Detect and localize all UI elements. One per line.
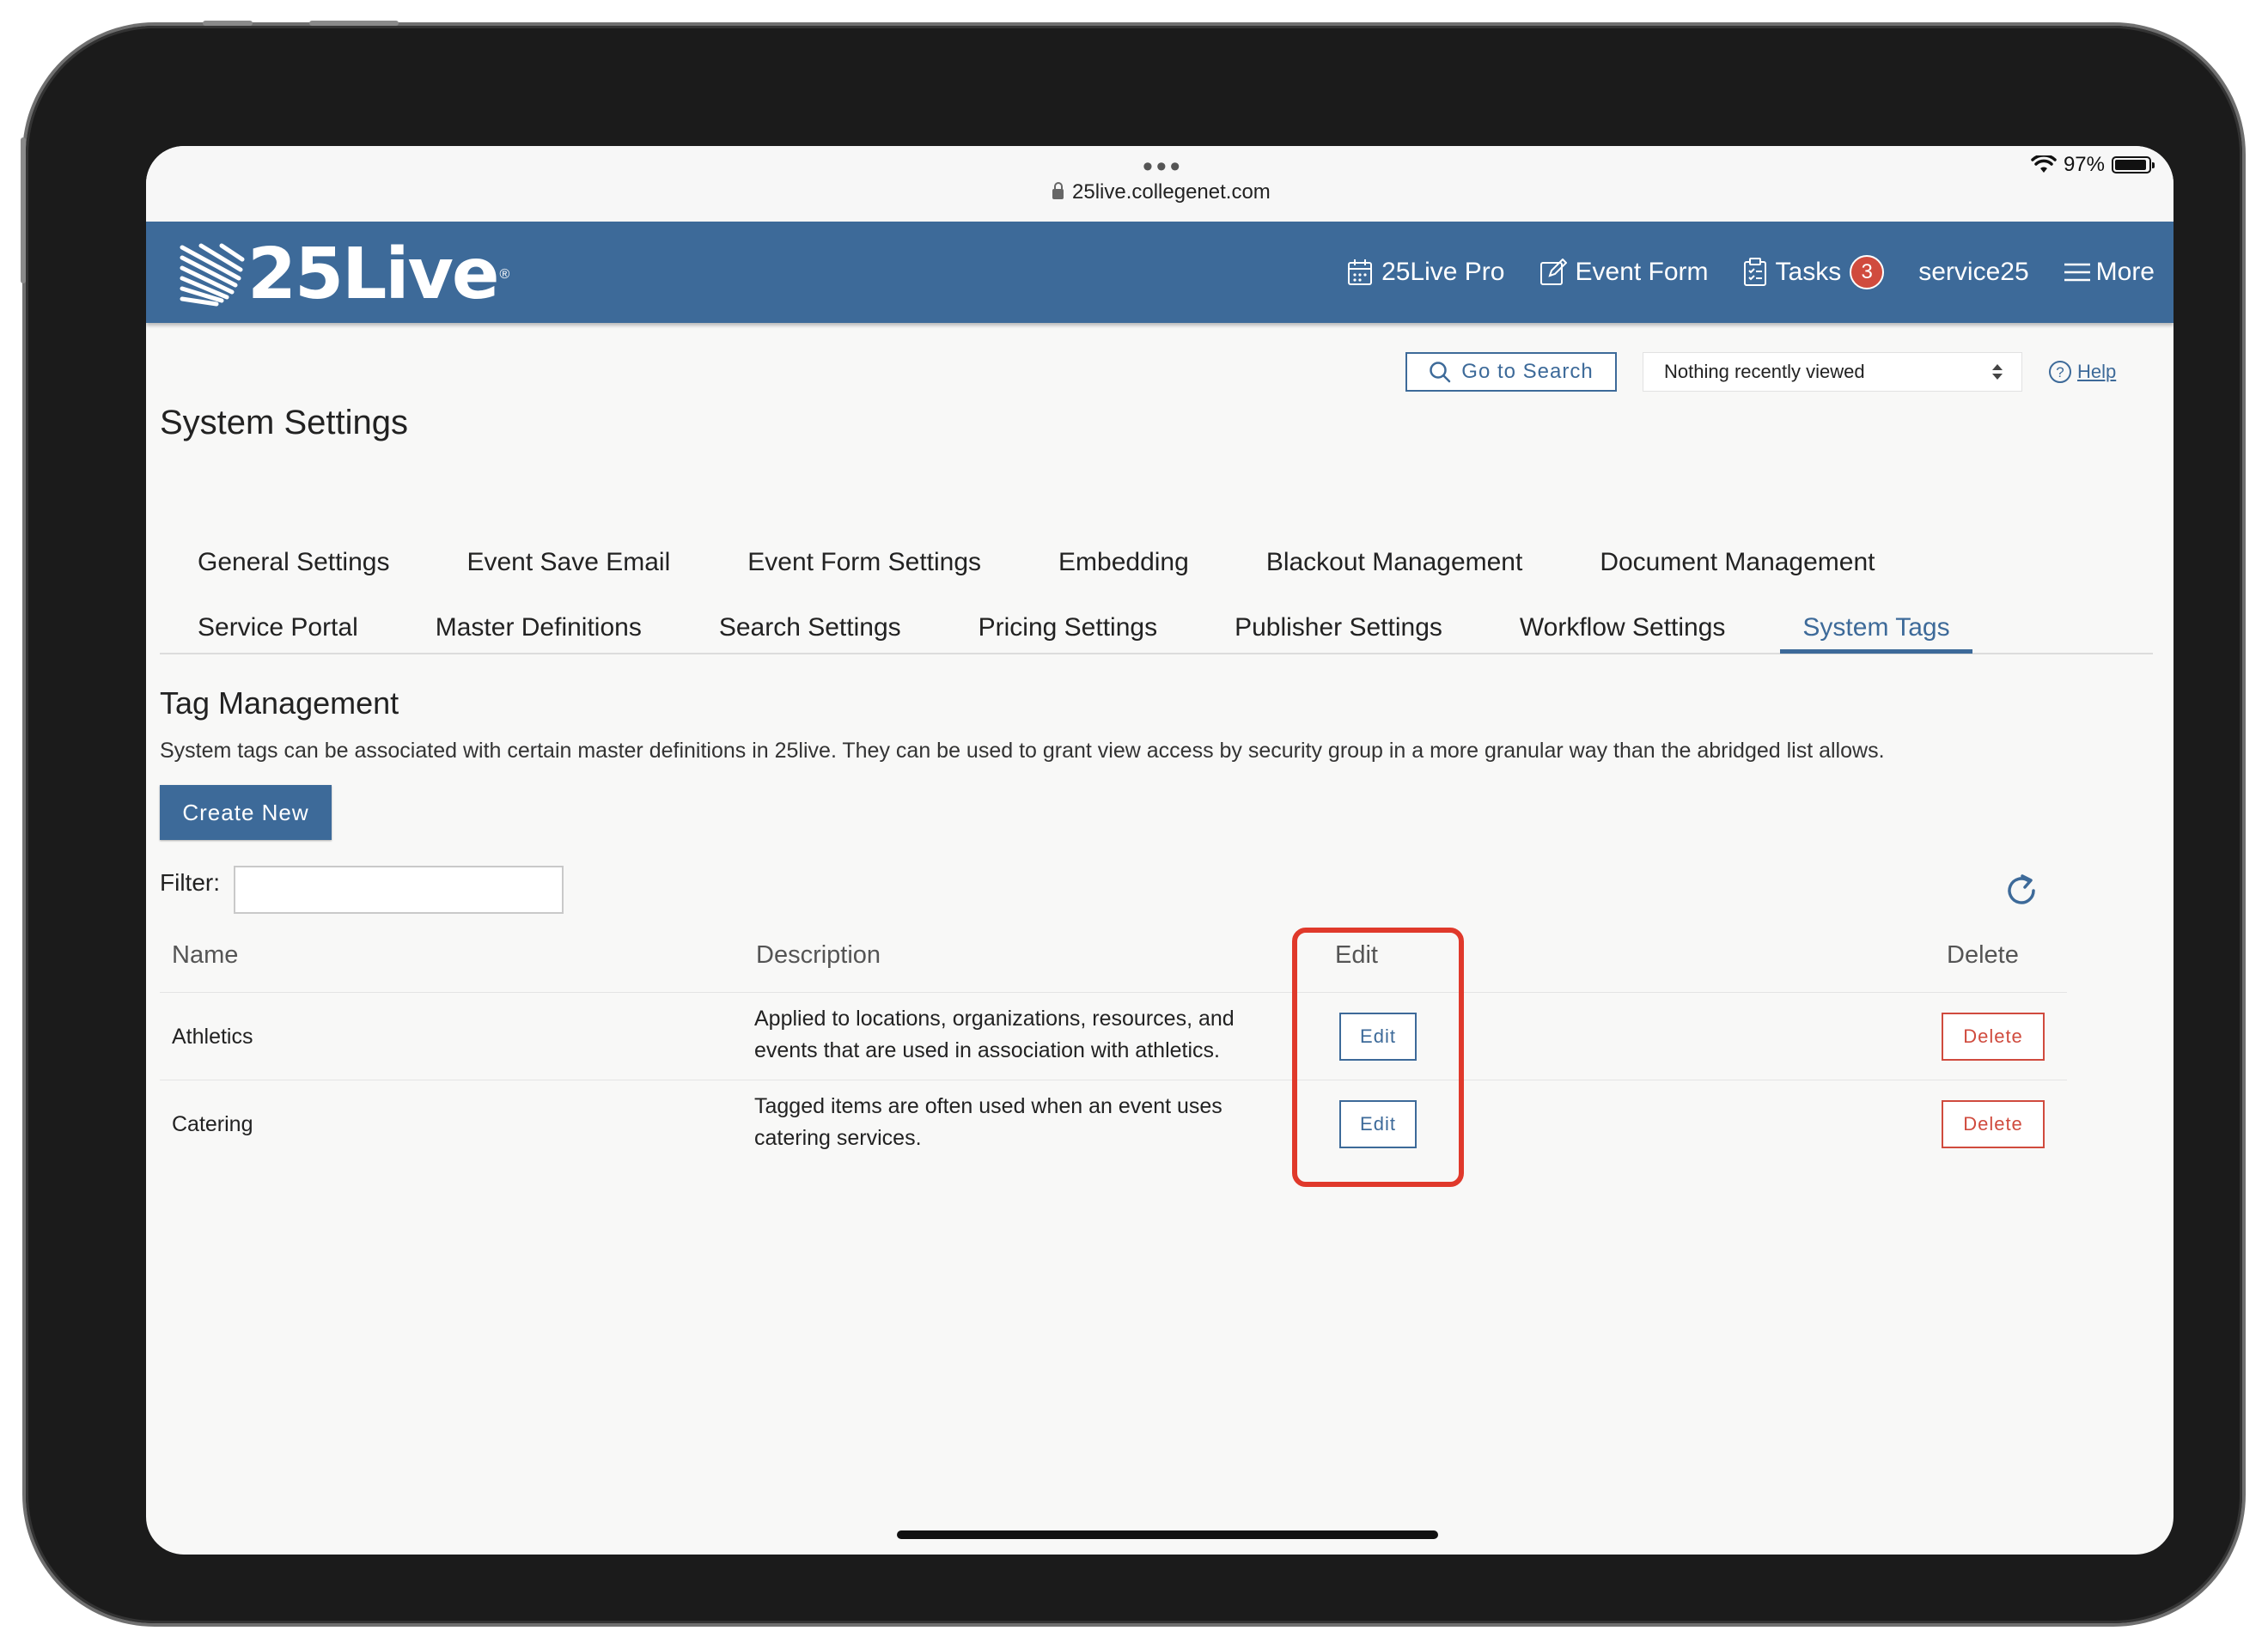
tab-blackout-management[interactable]: Blackout Management (1266, 548, 1523, 577)
wifi-icon (2031, 155, 2057, 173)
tab-event-form-settings[interactable]: Event Form Settings (747, 548, 981, 577)
section-title: Tag Management (160, 685, 399, 721)
create-new-button[interactable]: Create New (160, 785, 332, 840)
nav-25live-pro[interactable]: 25Live Pro (1347, 258, 1505, 287)
nav-25live-pro-label: 25Live Pro (1381, 258, 1505, 286)
calendar-icon (1348, 259, 1373, 285)
row-description-line: catering services. (754, 1126, 922, 1150)
page-title: System Settings (160, 404, 409, 441)
url-bar[interactable]: 25live.collegenet.com (1052, 180, 1271, 204)
tabs-row-2: Service Portal Master Definitions Search… (198, 613, 1950, 642)
tab-publisher-settings[interactable]: Publisher Settings (1235, 613, 1442, 642)
logo-text: 25Live (247, 234, 500, 315)
row-description: Tagged items are often used when an even… (754, 1091, 1222, 1154)
nav-user[interactable]: service25 (1918, 258, 2028, 287)
help-label: Help (2077, 361, 2117, 382)
power-button (21, 137, 26, 283)
row-description-line: Applied to locations, organizations, res… (754, 1007, 1235, 1031)
tab-pricing-settings[interactable]: Pricing Settings (979, 613, 1157, 642)
battery-icon (2112, 156, 2155, 173)
go-to-search-button[interactable]: Go to Search (1405, 352, 1617, 392)
nav-tasks[interactable]: Tasks 3 (1743, 255, 1885, 289)
logo-lines-icon (180, 243, 245, 306)
nav-more-label: More (2095, 258, 2155, 286)
lock-icon (1052, 182, 1064, 199)
column-header-name: Name (172, 941, 239, 969)
tab-search-settings[interactable]: Search Settings (719, 613, 901, 642)
active-tab-indicator (1780, 649, 1972, 654)
tab-master-definitions[interactable]: Master Definitions (436, 613, 642, 642)
nav-tasks-label: Tasks (1775, 258, 1842, 286)
column-header-description: Description (756, 941, 881, 969)
tab-workflow-settings[interactable]: Workflow Settings (1520, 613, 1726, 642)
tab-service-portal[interactable]: Service Portal (198, 613, 358, 642)
app-logo[interactable]: 25Live ® (179, 234, 509, 315)
browser-status-bar: ••• 25live.collegenet.com 97% (146, 146, 2174, 222)
tab-embedding[interactable]: Embedding (1058, 548, 1189, 577)
clipboard-icon (1743, 258, 1766, 286)
hamburger-icon (2064, 263, 2090, 282)
row-name: Catering (172, 1112, 253, 1136)
nav-event-form-label: Event Form (1575, 258, 1709, 286)
settings-tabs: General Settings Event Save Email Event … (160, 524, 2153, 654)
recently-viewed-value: Nothing recently viewed (1664, 361, 1865, 382)
row-description-line: events that are used in association with… (754, 1038, 1220, 1062)
home-indicator[interactable] (897, 1530, 1438, 1539)
volume-up-button (203, 21, 253, 26)
delete-button[interactable]: Delete (1942, 1100, 2045, 1148)
utility-toolbar: Go to Search Nothing recently viewed ? H… (1405, 352, 2116, 392)
system-status: 97% (2031, 153, 2155, 177)
row-description: Applied to locations, organizations, res… (754, 1003, 1235, 1067)
search-icon (1430, 362, 1451, 383)
edit-column-highlight-box (1292, 928, 1464, 1187)
tab-document-management[interactable]: Document Management (1600, 548, 1875, 577)
help-circle-icon: ? (2049, 361, 2071, 383)
tabs-row-1: General Settings Event Save Email Event … (198, 548, 1875, 577)
top-navigation-bar: 25Live ® 25Live Pro Event Form Tasks 3 s… (146, 222, 2174, 323)
tab-event-save-email[interactable]: Event Save Email (466, 548, 670, 577)
select-arrows-icon (1992, 364, 2003, 380)
filter-input[interactable] (234, 866, 564, 914)
row-description-line: Tagged items are often used when an even… (754, 1094, 1222, 1118)
logo-registered-mark: ® (499, 266, 510, 282)
volume-down-button (309, 21, 399, 26)
nav-links: 25Live Pro Event Form Tasks 3 service25 … (1347, 222, 2155, 323)
row-name: Athletics (172, 1025, 253, 1049)
tasks-count-badge: 3 (1850, 255, 1885, 289)
header-divider (160, 992, 2067, 993)
battery-percent: 97% (2063, 153, 2105, 176)
edit-form-icon (1539, 259, 1567, 285)
more-dots-icon[interactable]: ••• (1143, 152, 1184, 181)
help-link[interactable]: ? Help (2048, 360, 2116, 384)
tab-system-tags[interactable]: System Tags (1802, 613, 1949, 642)
filter-label: Filter: (160, 869, 220, 896)
nav-user-label: service25 (1918, 258, 2029, 286)
svg-text:?: ? (2056, 364, 2064, 380)
refresh-icon[interactable] (2002, 871, 2041, 910)
tab-general-settings[interactable]: General Settings (198, 548, 389, 577)
url-text: 25live.collegenet.com (1072, 180, 1271, 204)
delete-button[interactable]: Delete (1942, 1013, 2045, 1061)
nav-event-form[interactable]: Event Form (1539, 258, 1709, 287)
nav-more[interactable]: More (2064, 258, 2155, 287)
screen: ••• 25live.collegenet.com 97% 25Live ® 2… (146, 146, 2174, 1555)
go-to-search-label: Go to Search (1461, 360, 1594, 383)
section-description: System tags can be associated with certa… (160, 739, 1885, 763)
tablet-frame: ••• 25live.collegenet.com 97% 25Live ® 2… (21, 21, 2242, 1623)
column-header-delete: Delete (1947, 941, 2019, 969)
recently-viewed-select[interactable]: Nothing recently viewed (1643, 352, 2022, 392)
